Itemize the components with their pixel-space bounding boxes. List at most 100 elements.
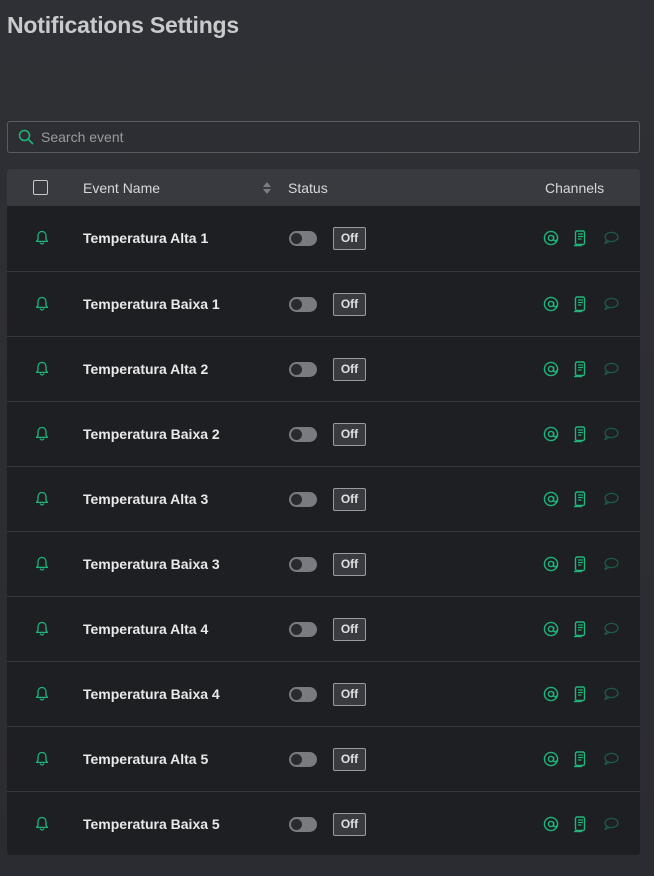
chat-bubble-icon[interactable] xyxy=(603,402,619,466)
email-at-icon[interactable] xyxy=(543,532,559,596)
status-toggle-cell xyxy=(289,337,317,401)
chat-bubble-icon[interactable] xyxy=(603,662,619,726)
sms-phone-icon[interactable] xyxy=(573,272,587,336)
select-all-checkbox[interactable] xyxy=(33,180,48,195)
bell-icon xyxy=(35,206,49,270)
status-off-button[interactable]: Off xyxy=(333,292,366,316)
events-table: Event Name Status Channels Temperatura A… xyxy=(7,169,640,855)
status-off-button[interactable]: Off xyxy=(333,487,366,511)
sms-phone-icon[interactable] xyxy=(573,402,587,466)
event-name: Temperatura Baixa 5 xyxy=(83,816,220,832)
status-toggle[interactable] xyxy=(289,686,317,702)
status-cell: Off xyxy=(333,727,366,791)
status-cell: Off xyxy=(333,467,366,531)
status-toggle[interactable] xyxy=(289,361,317,377)
status-off-button[interactable]: Off xyxy=(333,682,366,706)
status-off-button[interactable]: Off xyxy=(333,422,366,446)
search-input[interactable] xyxy=(41,129,639,145)
status-toggle[interactable] xyxy=(289,816,317,832)
event-name: Temperatura Alta 3 xyxy=(83,491,209,507)
status-toggle-cell xyxy=(289,532,317,596)
status-cell: Off xyxy=(333,206,366,270)
chat-bubble-icon[interactable] xyxy=(603,206,619,270)
email-at-icon[interactable] xyxy=(543,402,559,466)
status-toggle[interactable] xyxy=(289,230,317,246)
event-name: Temperatura Baixa 3 xyxy=(83,556,220,572)
search-box[interactable] xyxy=(7,121,640,153)
status-toggle-cell xyxy=(289,662,317,726)
table-row: Temperatura Alta 3 Off xyxy=(7,466,640,531)
sms-phone-icon[interactable] xyxy=(573,532,587,596)
table-row: Temperatura Baixa 3 Off xyxy=(7,531,640,596)
status-cell: Off xyxy=(333,272,366,336)
chat-bubble-icon[interactable] xyxy=(603,532,619,596)
chat-bubble-icon[interactable] xyxy=(603,467,619,531)
status-toggle[interactable] xyxy=(289,296,317,312)
status-toggle[interactable] xyxy=(289,491,317,507)
status-toggle[interactable] xyxy=(289,426,317,442)
bell-icon xyxy=(35,337,49,401)
table-row: Temperatura Baixa 5 Off xyxy=(7,791,640,855)
status-toggle-cell xyxy=(289,206,317,270)
table-row: Temperatura Alta 4 Off xyxy=(7,596,640,661)
status-off-button[interactable]: Off xyxy=(333,617,366,641)
email-at-icon[interactable] xyxy=(543,727,559,791)
status-off-button[interactable]: Off xyxy=(333,357,366,381)
column-header-status: Status xyxy=(288,179,328,196)
bell-icon xyxy=(35,792,49,855)
chat-bubble-icon[interactable] xyxy=(603,597,619,661)
chat-bubble-icon[interactable] xyxy=(603,792,619,855)
sms-phone-icon[interactable] xyxy=(573,206,587,270)
event-name: Temperatura Alta 1 xyxy=(83,230,209,246)
table-row: Temperatura Alta 5 Off xyxy=(7,726,640,791)
bell-icon xyxy=(35,597,49,661)
bell-icon xyxy=(35,727,49,791)
table-row: Temperatura Alta 1 Off xyxy=(7,206,640,271)
bell-icon xyxy=(35,272,49,336)
sms-phone-icon[interactable] xyxy=(573,727,587,791)
column-header-channels: Channels xyxy=(545,179,605,196)
email-at-icon[interactable] xyxy=(543,206,559,270)
sort-icon[interactable] xyxy=(262,169,272,206)
status-toggle[interactable] xyxy=(289,751,317,767)
notifications-settings-page: Notifications Settings Event Name Status… xyxy=(0,0,654,876)
status-toggle-cell xyxy=(289,402,317,466)
page-title: Notifications Settings xyxy=(7,12,240,38)
table-header: Event Name Status Channels xyxy=(7,169,640,206)
table-row: Temperatura Baixa 1 Off xyxy=(7,271,640,336)
column-header-event-name[interactable]: Event Name xyxy=(83,169,160,206)
status-toggle-cell xyxy=(289,597,317,661)
event-name: Temperatura Baixa 2 xyxy=(83,426,220,442)
status-toggle[interactable] xyxy=(289,621,317,637)
status-toggle[interactable] xyxy=(289,556,317,572)
sms-phone-icon[interactable] xyxy=(573,792,587,855)
event-name: Temperatura Baixa 1 xyxy=(83,296,220,312)
status-off-button[interactable]: Off xyxy=(333,812,366,836)
event-name: Temperatura Alta 5 xyxy=(83,751,209,767)
email-at-icon[interactable] xyxy=(543,337,559,401)
table-row: Temperatura Baixa 2 Off xyxy=(7,401,640,466)
email-at-icon[interactable] xyxy=(543,662,559,726)
status-off-button[interactable]: Off xyxy=(333,747,366,771)
status-off-button[interactable]: Off xyxy=(333,552,366,576)
status-cell: Off xyxy=(333,662,366,726)
status-cell: Off xyxy=(333,597,366,661)
chat-bubble-icon[interactable] xyxy=(603,337,619,401)
chat-bubble-icon[interactable] xyxy=(603,272,619,336)
sms-phone-icon[interactable] xyxy=(573,662,587,726)
email-at-icon[interactable] xyxy=(543,467,559,531)
select-all-cell xyxy=(33,169,48,206)
status-cell: Off xyxy=(333,532,366,596)
sms-phone-icon[interactable] xyxy=(573,467,587,531)
table-body: Temperatura Alta 1 Off Temperatura Baixa… xyxy=(7,206,640,855)
sms-phone-icon[interactable] xyxy=(573,597,587,661)
email-at-icon[interactable] xyxy=(543,597,559,661)
email-at-icon[interactable] xyxy=(543,792,559,855)
bell-icon xyxy=(35,402,49,466)
event-name: Temperatura Baixa 4 xyxy=(83,686,220,702)
chat-bubble-icon[interactable] xyxy=(603,727,619,791)
status-off-button[interactable]: Off xyxy=(333,226,366,250)
sms-phone-icon[interactable] xyxy=(573,337,587,401)
email-at-icon[interactable] xyxy=(543,272,559,336)
bell-icon xyxy=(35,532,49,596)
